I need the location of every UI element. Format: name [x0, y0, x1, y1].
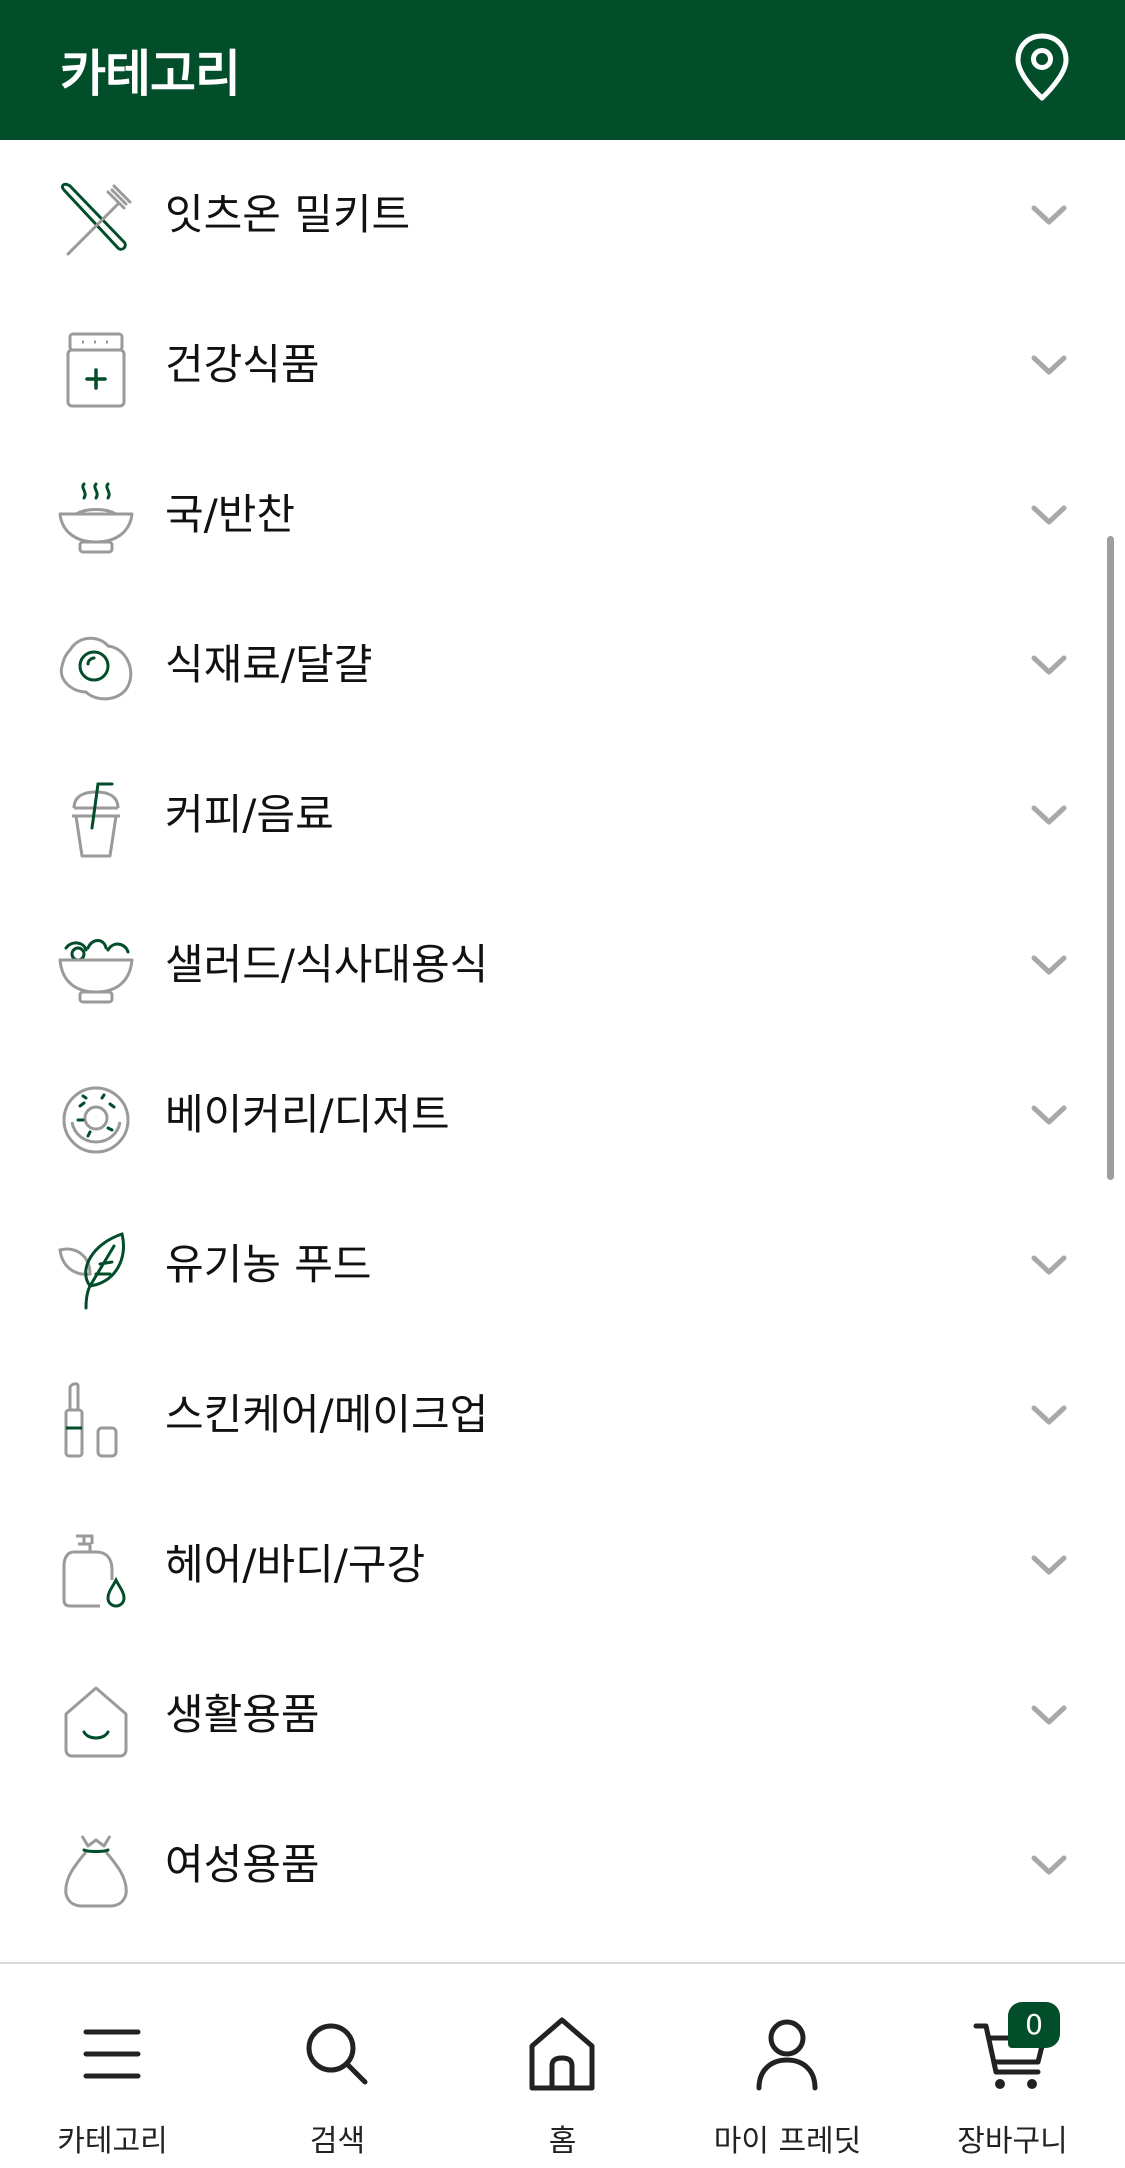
- home-smile-icon: [64, 1686, 128, 1758]
- scrollbar[interactable]: [1107, 536, 1114, 1180]
- category-label: 국/반찬: [165, 490, 296, 539]
- chevron-down-icon[interactable]: [1030, 500, 1068, 530]
- chevron-down-icon[interactable]: [1030, 650, 1068, 680]
- tab-my-fredit[interactable]: 마이 프레딧: [675, 1964, 900, 2168]
- user-icon: [756, 2019, 818, 2091]
- lipstick-icon: [64, 1382, 118, 1458]
- category-item[interactable]: 잇츠온 밀키트: [0, 140, 1125, 290]
- chevron-down-icon[interactable]: [1030, 350, 1068, 380]
- category-label: 베이커리/디저트: [165, 1090, 450, 1139]
- tab-search[interactable]: 검색: [225, 1964, 450, 2168]
- tab-label: 카테고리: [57, 2124, 168, 2159]
- home-icon: [529, 2017, 595, 2091]
- category-item[interactable]: 베이커리/디저트: [0, 1040, 1125, 1190]
- leaf-icon: [58, 1232, 125, 1310]
- donut-icon: [62, 1086, 130, 1154]
- category-label: 생활용품: [165, 1690, 320, 1739]
- cart-count-badge: 0: [1008, 2002, 1060, 2048]
- category-label: 샐러드/식사대용식: [165, 940, 489, 989]
- category-label: 잇츠온 밀키트: [165, 190, 411, 239]
- search-icon: [306, 2023, 368, 2085]
- fork-knife-icon: [60, 182, 132, 256]
- tab-label: 홈: [548, 2124, 577, 2159]
- category-item[interactable]: 생활용품: [0, 1640, 1125, 1790]
- menu-icon: [83, 2029, 141, 2079]
- tab-cart[interactable]: 장바구니: [900, 1964, 1125, 2168]
- chevron-down-icon[interactable]: [1030, 1100, 1068, 1130]
- chevron-down-icon[interactable]: [1030, 1850, 1068, 1880]
- category-item[interactable]: 여성용품: [0, 1790, 1125, 1940]
- supplement-jar-icon: [66, 332, 126, 408]
- category-item[interactable]: 커피/음료: [0, 740, 1125, 890]
- chevron-down-icon[interactable]: [1030, 1250, 1068, 1280]
- category-item[interactable]: 유기농 푸드: [0, 1190, 1125, 1340]
- category-label: 건강식품: [165, 340, 320, 389]
- location-pin-icon[interactable]: [1013, 32, 1071, 102]
- chevron-down-icon[interactable]: [1030, 1400, 1068, 1430]
- category-list: 잇츠온 밀키트 건강식품 국/반찬 식재료/달걀 커피/음료 샐러드/식사대용식…: [0, 140, 1125, 1940]
- chevron-down-icon[interactable]: [1030, 200, 1068, 230]
- drink-cup-icon: [72, 782, 120, 858]
- pouch-icon: [64, 1835, 128, 1908]
- category-label: 유기농 푸드: [165, 1240, 372, 1289]
- category-label: 여성용품: [165, 1840, 320, 1889]
- chevron-down-icon[interactable]: [1030, 800, 1068, 830]
- tab-category[interactable]: 카테고리: [0, 1964, 225, 2168]
- tab-home[interactable]: 홈: [450, 1964, 675, 2168]
- hot-soup-bowl-icon: [58, 482, 134, 554]
- page-title: 카테고리: [60, 45, 241, 103]
- tab-label: 장바구니: [957, 2124, 1068, 2159]
- category-item[interactable]: 스킨케어/메이크업: [0, 1340, 1125, 1490]
- category-item[interactable]: 헤어/바디/구강: [0, 1490, 1125, 1640]
- category-label: 스킨케어/메이크업: [165, 1390, 489, 1439]
- tab-label: 검색: [309, 2124, 366, 2159]
- bottom-tab-bar: 카테고리 검색 홈 마이 프레딧 장바구니: [0, 1962, 1125, 2166]
- category-item[interactable]: 건강식품: [0, 290, 1125, 440]
- chevron-down-icon[interactable]: [1030, 1550, 1068, 1580]
- pump-bottle-icon: [62, 1534, 126, 1608]
- category-item[interactable]: 식재료/달걀: [0, 590, 1125, 740]
- chevron-down-icon[interactable]: [1030, 1700, 1068, 1730]
- fried-egg-icon: [59, 636, 133, 701]
- category-label: 식재료/달걀: [165, 640, 373, 689]
- app-header: 카테고리: [0, 0, 1125, 140]
- category-item[interactable]: 샐러드/식사대용식: [0, 890, 1125, 1040]
- category-label: 커피/음료: [165, 790, 334, 839]
- category-label: 헤어/바디/구강: [165, 1540, 426, 1589]
- category-item[interactable]: 국/반찬: [0, 440, 1125, 590]
- tab-label: 마이 프레딧: [713, 2124, 862, 2159]
- salad-bowl-icon: [58, 939, 134, 1004]
- chevron-down-icon[interactable]: [1030, 950, 1068, 980]
